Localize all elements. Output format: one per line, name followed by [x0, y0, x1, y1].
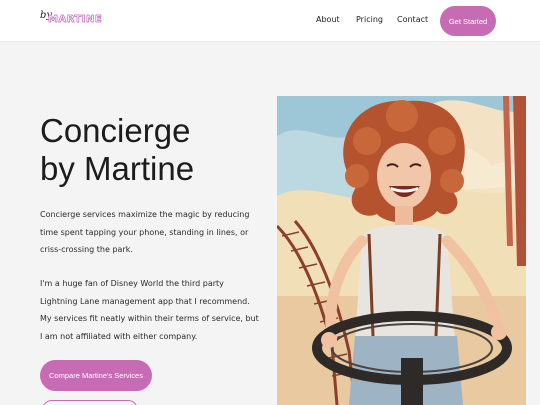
page-title-line-2: by Martine [40, 150, 195, 187]
disclaimer-paragraph: I'm a huge fan of Disney World the third… [40, 279, 259, 341]
page-title-line-1: Concierge [40, 112, 191, 149]
hero-illustration [277, 96, 526, 405]
nav-link-pricing[interactable]: Pricing [356, 15, 383, 24]
intro-paragraph: Concierge services maximize the magic by… [40, 210, 250, 254]
secondary-button[interactable] [42, 400, 138, 405]
nav-link-contact[interactable]: Contact [397, 15, 428, 24]
logo-name: MARTINE [48, 14, 103, 26]
get-started-button[interactable]: Get Started [440, 6, 496, 36]
roller-coaster-rider-image [277, 96, 526, 405]
nav-link-about[interactable]: About [316, 15, 340, 24]
top-navbar: by MARTINE About Pricing Contact Get Sta… [0, 0, 540, 42]
page-title: Concierge by Martine [40, 112, 260, 188]
compare-services-button[interactable]: Compare Martine's Services [40, 360, 152, 391]
